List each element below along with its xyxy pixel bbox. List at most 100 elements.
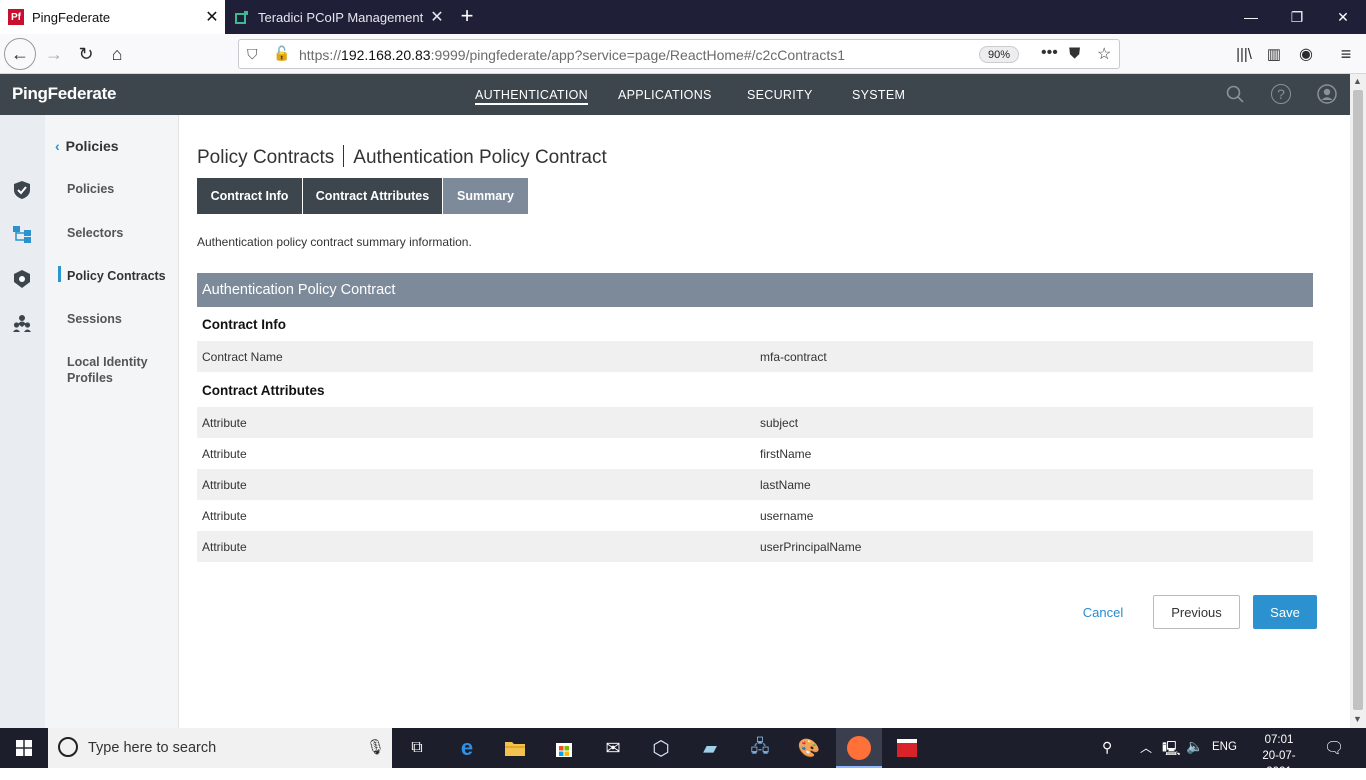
scroll-up-arrow-icon[interactable]: ▲ [1353,76,1362,86]
bookmark-star-icon[interactable]: ☆ [1097,44,1111,64]
policies-shield-icon[interactable] [12,180,32,200]
reload-icon[interactable]: ↻ [70,38,102,70]
library-icon[interactable]: |||\ [1228,38,1260,70]
nav-applications[interactable]: APPLICATIONS [618,88,712,102]
people-icon[interactable]: ⚲ [1102,739,1112,756]
policy-contracts-badge-icon[interactable] [12,269,32,289]
row-key: Contract Name [202,350,283,364]
title-divider [343,145,345,167]
row-value: userPrincipalName [760,540,862,554]
file-explorer-icon[interactable] [501,734,529,762]
sidebar-item-policies[interactable]: Policies [67,181,114,197]
row-value: mfa-contract [760,350,827,364]
row-key: Attribute [202,416,247,430]
new-tab-plus-icon[interactable]: + [455,4,479,28]
table-row: Attribute userPrincipalName [197,531,1313,562]
shield-icon[interactable]: ⛉ [247,46,258,63]
volume-icon[interactable]: 🔈 [1186,738,1203,755]
account-icon[interactable]: ◉ [1290,38,1322,70]
nav-authentication[interactable]: AUTHENTICATION [475,88,588,105]
action-center-icon[interactable]: 🗨 [1324,738,1344,758]
table-row: Contract Name mfa-contract [197,341,1313,372]
pocket-icon[interactable]: ⛊ [1069,45,1080,62]
taskbar-search-placeholder: Type here to search [88,740,217,756]
windows-start-icon[interactable] [0,728,48,768]
scroll-down-arrow-icon[interactable]: ▼ [1353,714,1362,724]
insecure-lock-icon[interactable]: 🔓 [273,45,290,62]
sessions-people-icon[interactable] [12,313,32,333]
nav-security[interactable]: SECURITY [747,88,813,102]
contract-attributes-heading: Contract Attributes [202,383,325,398]
icon-rail [0,115,45,728]
selectors-tree-icon[interactable] [12,224,32,244]
task-view-icon[interactable]: ⧉ [403,734,431,762]
user-profile-icon[interactable] [1317,84,1337,104]
row-key: Attribute [202,447,247,461]
url-path: :9999/pingfederate/app?service=page/Reac… [430,47,845,63]
previous-button[interactable]: Previous [1153,595,1240,629]
search-icon[interactable] [1225,84,1245,104]
sidebar-item-sessions[interactable]: Sessions [67,311,122,327]
sidebar-toggle-icon[interactable]: ▥ [1258,38,1290,70]
help-icon[interactable]: ? [1271,84,1291,104]
browser-tab-title: PingFederate [32,9,111,25]
app-red-window-icon[interactable] [893,734,921,762]
more-actions-icon[interactable]: ••• [1041,44,1058,62]
pingfederate-logo[interactable]: PingFederate [12,84,116,104]
row-key: Attribute [202,540,247,554]
language-indicator[interactable]: ENG [1212,741,1237,753]
microphone-icon[interactable]: 🎙 [366,738,385,756]
mail-icon[interactable]: ✉ [599,734,627,762]
save-button[interactable]: Save [1253,595,1317,629]
firefox-taskbar-item[interactable] [836,728,882,768]
row-value: firstName [760,447,812,461]
paint-palette-icon[interactable]: 🎨 [795,734,823,762]
close-window-icon[interactable]: ✕ [1320,0,1366,34]
address-bar[interactable]: ⛉ 🔓 https://192.168.20.83:9999/pingfeder… [238,39,1120,69]
browser-tab-teradici[interactable]: Teradici PCoIP Management C ✕ [226,0,450,34]
url-host: 192.168.20.83 [341,47,431,63]
nav-system[interactable]: SYSTEM [852,88,905,102]
zoom-level-badge[interactable]: 90% [979,46,1019,63]
sidebar: ‹ Policies Policies Selectors Policy Cont… [45,115,179,728]
sidebar-item-selectors[interactable]: Selectors [67,225,123,241]
system-clock[interactable]: 07:01 20-07-2021 [1250,732,1308,780]
cancel-button[interactable]: Cancel [1076,596,1130,628]
tab-summary[interactable]: Summary [443,178,528,214]
taskbar-search-input[interactable]: Type here to search 🎙 [48,728,392,768]
clock-date: 20-07-2021 [1262,750,1296,778]
sidebar-back-policies[interactable]: ‹ Policies [55,138,119,154]
close-tab-icon[interactable]: ✕ [424,7,450,27]
network-icon[interactable]: 🖳 [1162,738,1181,762]
row-key: Attribute [202,509,247,523]
sidebar-item-policy-contracts[interactable]: Policy Contracts [67,268,166,284]
menu-hamburger-icon[interactable]: ≡ [1330,38,1362,70]
close-tab-icon[interactable]: ✕ [199,7,225,27]
sidebar-item-local-identity-profiles[interactable]: Local Identity Profiles [67,354,167,386]
table-row: Attribute lastName [197,469,1313,500]
browser-tab-pingfederate[interactable]: Pf PingFederate ✕ [0,0,225,34]
home-icon[interactable]: ⌂ [101,38,133,70]
restore-window-icon[interactable]: ❐ [1274,0,1320,34]
scrollbar-thumb[interactable] [1353,90,1363,710]
edge-browser-icon[interactable]: e [453,734,481,762]
summary-description: Authentication policy contract summary i… [197,235,472,249]
browser-tab-title: Teradici PCoIP Management C [258,9,424,25]
table-row: Attribute firstName [197,438,1313,469]
tray-chevron-up-icon[interactable]: ︿ [1140,739,1152,756]
forward-arrow-icon[interactable]: → [38,38,70,70]
virtualbox-cube-icon[interactable]: ⬡ [647,734,675,762]
minimize-window-icon[interactable]: — [1228,0,1274,34]
notes-app-icon[interactable]: ▰ [696,734,724,762]
back-arrow-icon[interactable]: ← [4,38,36,70]
store-icon[interactable] [550,734,578,762]
url-prefix: https:// [299,47,342,63]
page-scrollbar[interactable]: ▲ ▼ [1350,74,1366,728]
browser-toolbar: ← → ↻ ⌂ ⛉ 🔓 https://192.168.20.83:9999/p… [0,34,1366,74]
tab-contract-attributes[interactable]: Contract Attributes [303,178,442,214]
sidebar-back-label: Policies [65,138,119,154]
row-value: lastName [760,478,811,492]
network-tool-icon[interactable]: 🖧 [746,734,774,762]
url-text[interactable]: https://192.168.20.83:9999/pingfederate/… [299,47,845,63]
tab-contract-info[interactable]: Contract Info [197,178,302,214]
